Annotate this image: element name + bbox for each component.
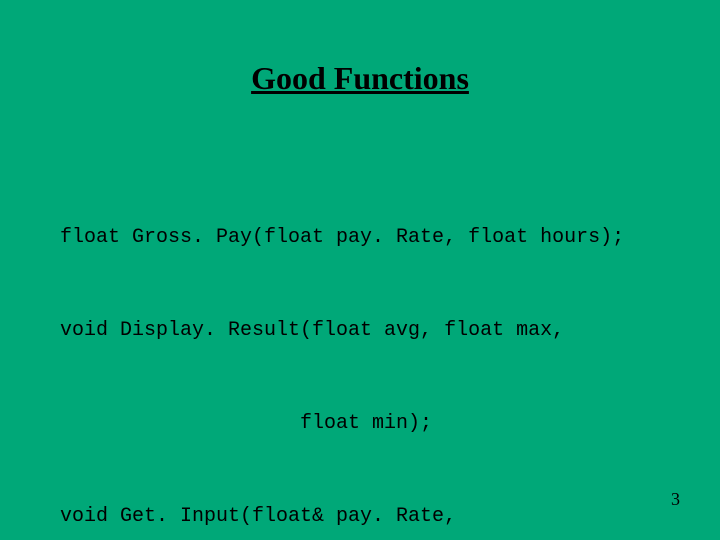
code-block: float Gross. Pay(float pay. Rate, float … [60,160,624,540]
slide-title: Good Functions [0,60,720,97]
code-line: void Get. Input(float& pay. Rate, [60,501,624,532]
code-line: float Gross. Pay(float pay. Rate, float … [60,222,624,253]
code-line: void Display. Result(float avg, float ma… [60,315,624,346]
page-number: 3 [671,489,680,510]
slide: Good Functions float Gross. Pay(float pa… [0,0,720,540]
code-line: float min); [60,408,624,439]
